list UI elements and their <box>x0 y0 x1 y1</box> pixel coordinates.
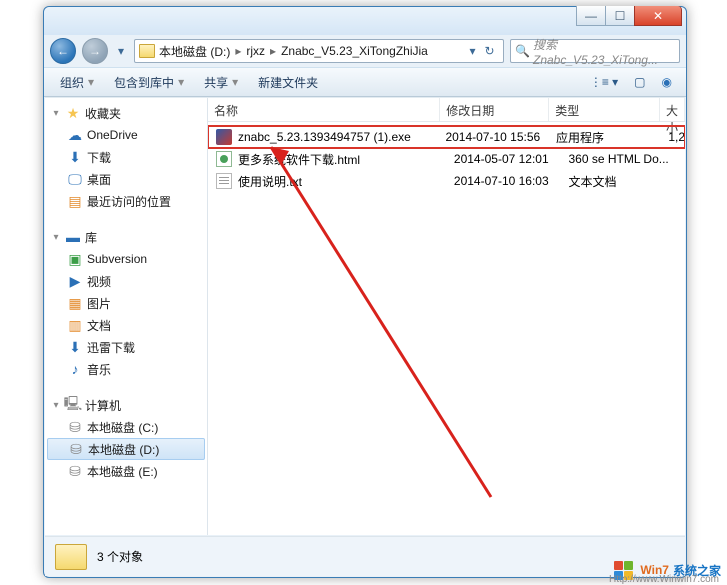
status-bar: 3 个对象 <box>45 536 685 576</box>
nav-tree[interactable]: ▾★收藏夹 ☁OneDrive ⬇下载 🖵桌面 ▤最近访问的位置 ▾▬库 ▣Su… <box>45 98 208 535</box>
col-type[interactable]: 类型 <box>549 98 660 121</box>
address-bar[interactable]: 本地磁盘 (D:)▸ rjxz▸ Znabc_V5.23_XiTongZhiJi… <box>134 39 504 63</box>
chevron-right-icon[interactable]: ▸ <box>267 44 279 58</box>
file-icon <box>216 173 232 189</box>
recent-icon: ▤ <box>67 193 83 209</box>
file-list: 名称 修改日期 类型 大小 znabc_5.23.1393494757 (1).… <box>208 98 685 535</box>
refresh-icon[interactable]: ↻ <box>484 44 494 58</box>
search-input[interactable]: 🔍 搜索 Znabc_V5.23_XiTong... <box>510 39 680 63</box>
tree-subversion[interactable]: ▣Subversion <box>45 248 207 270</box>
tree-onedrive[interactable]: ☁OneDrive <box>45 124 207 146</box>
download-icon: ⬇ <box>67 149 83 165</box>
search-icon: 🔍 <box>515 44 529 58</box>
music-icon: ♪ <box>67 361 83 377</box>
watermark-url: Http://www.Winwin7.com <box>609 574 719 585</box>
file-icon <box>216 151 232 167</box>
address-controls: ▾ ↻ <box>465 44 499 58</box>
computer-icon: 🖳 <box>65 397 81 413</box>
drive-icon: ⛁ <box>67 419 83 435</box>
crumb-2[interactable]: Znabc_V5.23_XiTongZhiJia <box>281 44 428 58</box>
crumb-1[interactable]: rjxz <box>246 44 265 58</box>
desktop-icon: 🖵 <box>67 171 83 187</box>
titlebar[interactable]: — ☐ ✕ <box>44 7 686 35</box>
forward-button[interactable]: → <box>82 38 108 64</box>
file-type: 应用程序 <box>556 129 668 146</box>
tree-desktop[interactable]: 🖵桌面 <box>45 168 207 190</box>
share-button[interactable]: 共享 ▾ <box>196 71 246 94</box>
dropdown-icon[interactable]: ▾ <box>469 44 475 58</box>
col-name[interactable]: 名称 <box>208 98 440 121</box>
file-date: 2014-07-10 16:03 <box>454 174 569 188</box>
tree-disk-c[interactable]: ⛁本地磁盘 (C:) <box>45 416 207 438</box>
window-controls: — ☐ ✕ <box>576 6 682 26</box>
toolbar: 组织 ▾ 包含到库中 ▾ 共享 ▾ 新建文件夹 ⋮≡ ▾ ▢ ◉ <box>44 67 686 97</box>
tree-docs[interactable]: ▥文档 <box>45 314 207 336</box>
column-headers[interactable]: 名称 修改日期 类型 大小 <box>208 98 685 122</box>
drive-icon: ⛁ <box>67 463 83 479</box>
tree-pictures[interactable]: ▦图片 <box>45 292 207 314</box>
help-icon[interactable]: ◉ <box>656 73 678 91</box>
history-dropdown-icon[interactable]: ▾ <box>114 41 128 61</box>
col-size[interactable]: 大小 <box>660 98 685 121</box>
explorer-body: ▾★收藏夹 ☁OneDrive ⬇下载 🖵桌面 ▤最近访问的位置 ▾▬库 ▣Su… <box>45 97 685 535</box>
preview-pane-icon[interactable]: ▢ <box>628 73 651 91</box>
pictures-icon: ▦ <box>67 295 83 311</box>
file-date: 2014-05-07 12:01 <box>454 152 569 166</box>
tree-recent[interactable]: ▤最近访问的位置 <box>45 190 207 212</box>
file-icon <box>216 129 232 145</box>
file-name: znabc_5.23.1393494757 (1).exe <box>238 130 411 144</box>
new-folder-button[interactable]: 新建文件夹 <box>250 71 326 94</box>
nav-row: ← → ▾ 本地磁盘 (D:)▸ rjxz▸ Znabc_V5.23_XiTon… <box>44 35 686 67</box>
folder-icon: ▣ <box>67 251 83 267</box>
tree-downloads[interactable]: ⬇下载 <box>45 146 207 168</box>
file-row[interactable]: 使用说明.txt 2014-07-10 16:03文本文档 <box>208 170 685 192</box>
file-row[interactable]: 更多系统软件下载.html 2014-05-07 12:01360 se HTML… <box>208 148 685 170</box>
file-date: 2014-07-10 15:56 <box>445 130 556 144</box>
crumb-0[interactable]: 本地磁盘 (D:) <box>159 43 230 60</box>
tree-disk-e[interactable]: ⛁本地磁盘 (E:) <box>45 460 207 482</box>
maximize-button[interactable]: ☐ <box>606 6 634 26</box>
tree-video[interactable]: ▶视频 <box>45 270 207 292</box>
file-name: 使用说明.txt <box>238 173 302 190</box>
minimize-button[interactable]: — <box>576 6 606 26</box>
drive-icon: ⛁ <box>68 441 84 457</box>
video-icon: ▶ <box>67 273 83 289</box>
folder-icon <box>139 44 155 58</box>
include-button[interactable]: 包含到库中 ▾ <box>106 71 192 94</box>
chevron-down-icon: ▾ <box>178 75 184 89</box>
chevron-down-icon: ▾ <box>232 75 238 89</box>
col-date[interactable]: 修改日期 <box>440 98 549 121</box>
file-size: 1,2 <box>668 130 685 144</box>
cloud-icon: ☁ <box>67 127 83 143</box>
tree-computer[interactable]: ▾🖳计算机 <box>45 394 207 416</box>
close-button[interactable]: ✕ <box>634 6 682 26</box>
star-icon: ★ <box>65 105 81 121</box>
chevron-down-icon: ▾ <box>88 75 94 89</box>
search-placeholder: 搜索 Znabc_V5.23_XiTong... <box>533 36 675 67</box>
file-name: 更多系统软件下载.html <box>238 151 360 168</box>
file-type: 360 se HTML Do... <box>568 152 685 166</box>
tree-disk-d[interactable]: ⛁本地磁盘 (D:) <box>47 438 205 460</box>
tree-xunlei[interactable]: ⬇迅雷下载 <box>45 336 207 358</box>
chevron-right-icon[interactable]: ▸ <box>232 44 244 58</box>
tree-libraries[interactable]: ▾▬库 <box>45 226 207 248</box>
view-options-icon[interactable]: ⋮≡ ▾ <box>584 73 624 91</box>
file-row[interactable]: znabc_5.23.1393494757 (1).exe 2014-07-10 … <box>208 126 685 148</box>
tree-music[interactable]: ♪音乐 <box>45 358 207 380</box>
organize-button[interactable]: 组织 ▾ <box>52 71 102 94</box>
breadcrumb[interactable]: 本地磁盘 (D:)▸ rjxz▸ Znabc_V5.23_XiTongZhiJi… <box>159 43 428 60</box>
docs-icon: ▥ <box>67 317 83 333</box>
download-icon: ⬇ <box>67 339 83 355</box>
back-button[interactable]: ← <box>50 38 76 64</box>
file-type: 文本文档 <box>568 173 685 190</box>
library-icon: ▬ <box>65 229 81 245</box>
file-rows: znabc_5.23.1393494757 (1).exe 2014-07-10 … <box>208 122 685 192</box>
status-text: 3 个对象 <box>97 548 143 565</box>
folder-icon <box>55 544 87 570</box>
explorer-window: — ☐ ✕ ← → ▾ 本地磁盘 (D:)▸ rjxz▸ Znabc_V5.23… <box>43 6 687 578</box>
tree-favorites[interactable]: ▾★收藏夹 <box>45 102 207 124</box>
